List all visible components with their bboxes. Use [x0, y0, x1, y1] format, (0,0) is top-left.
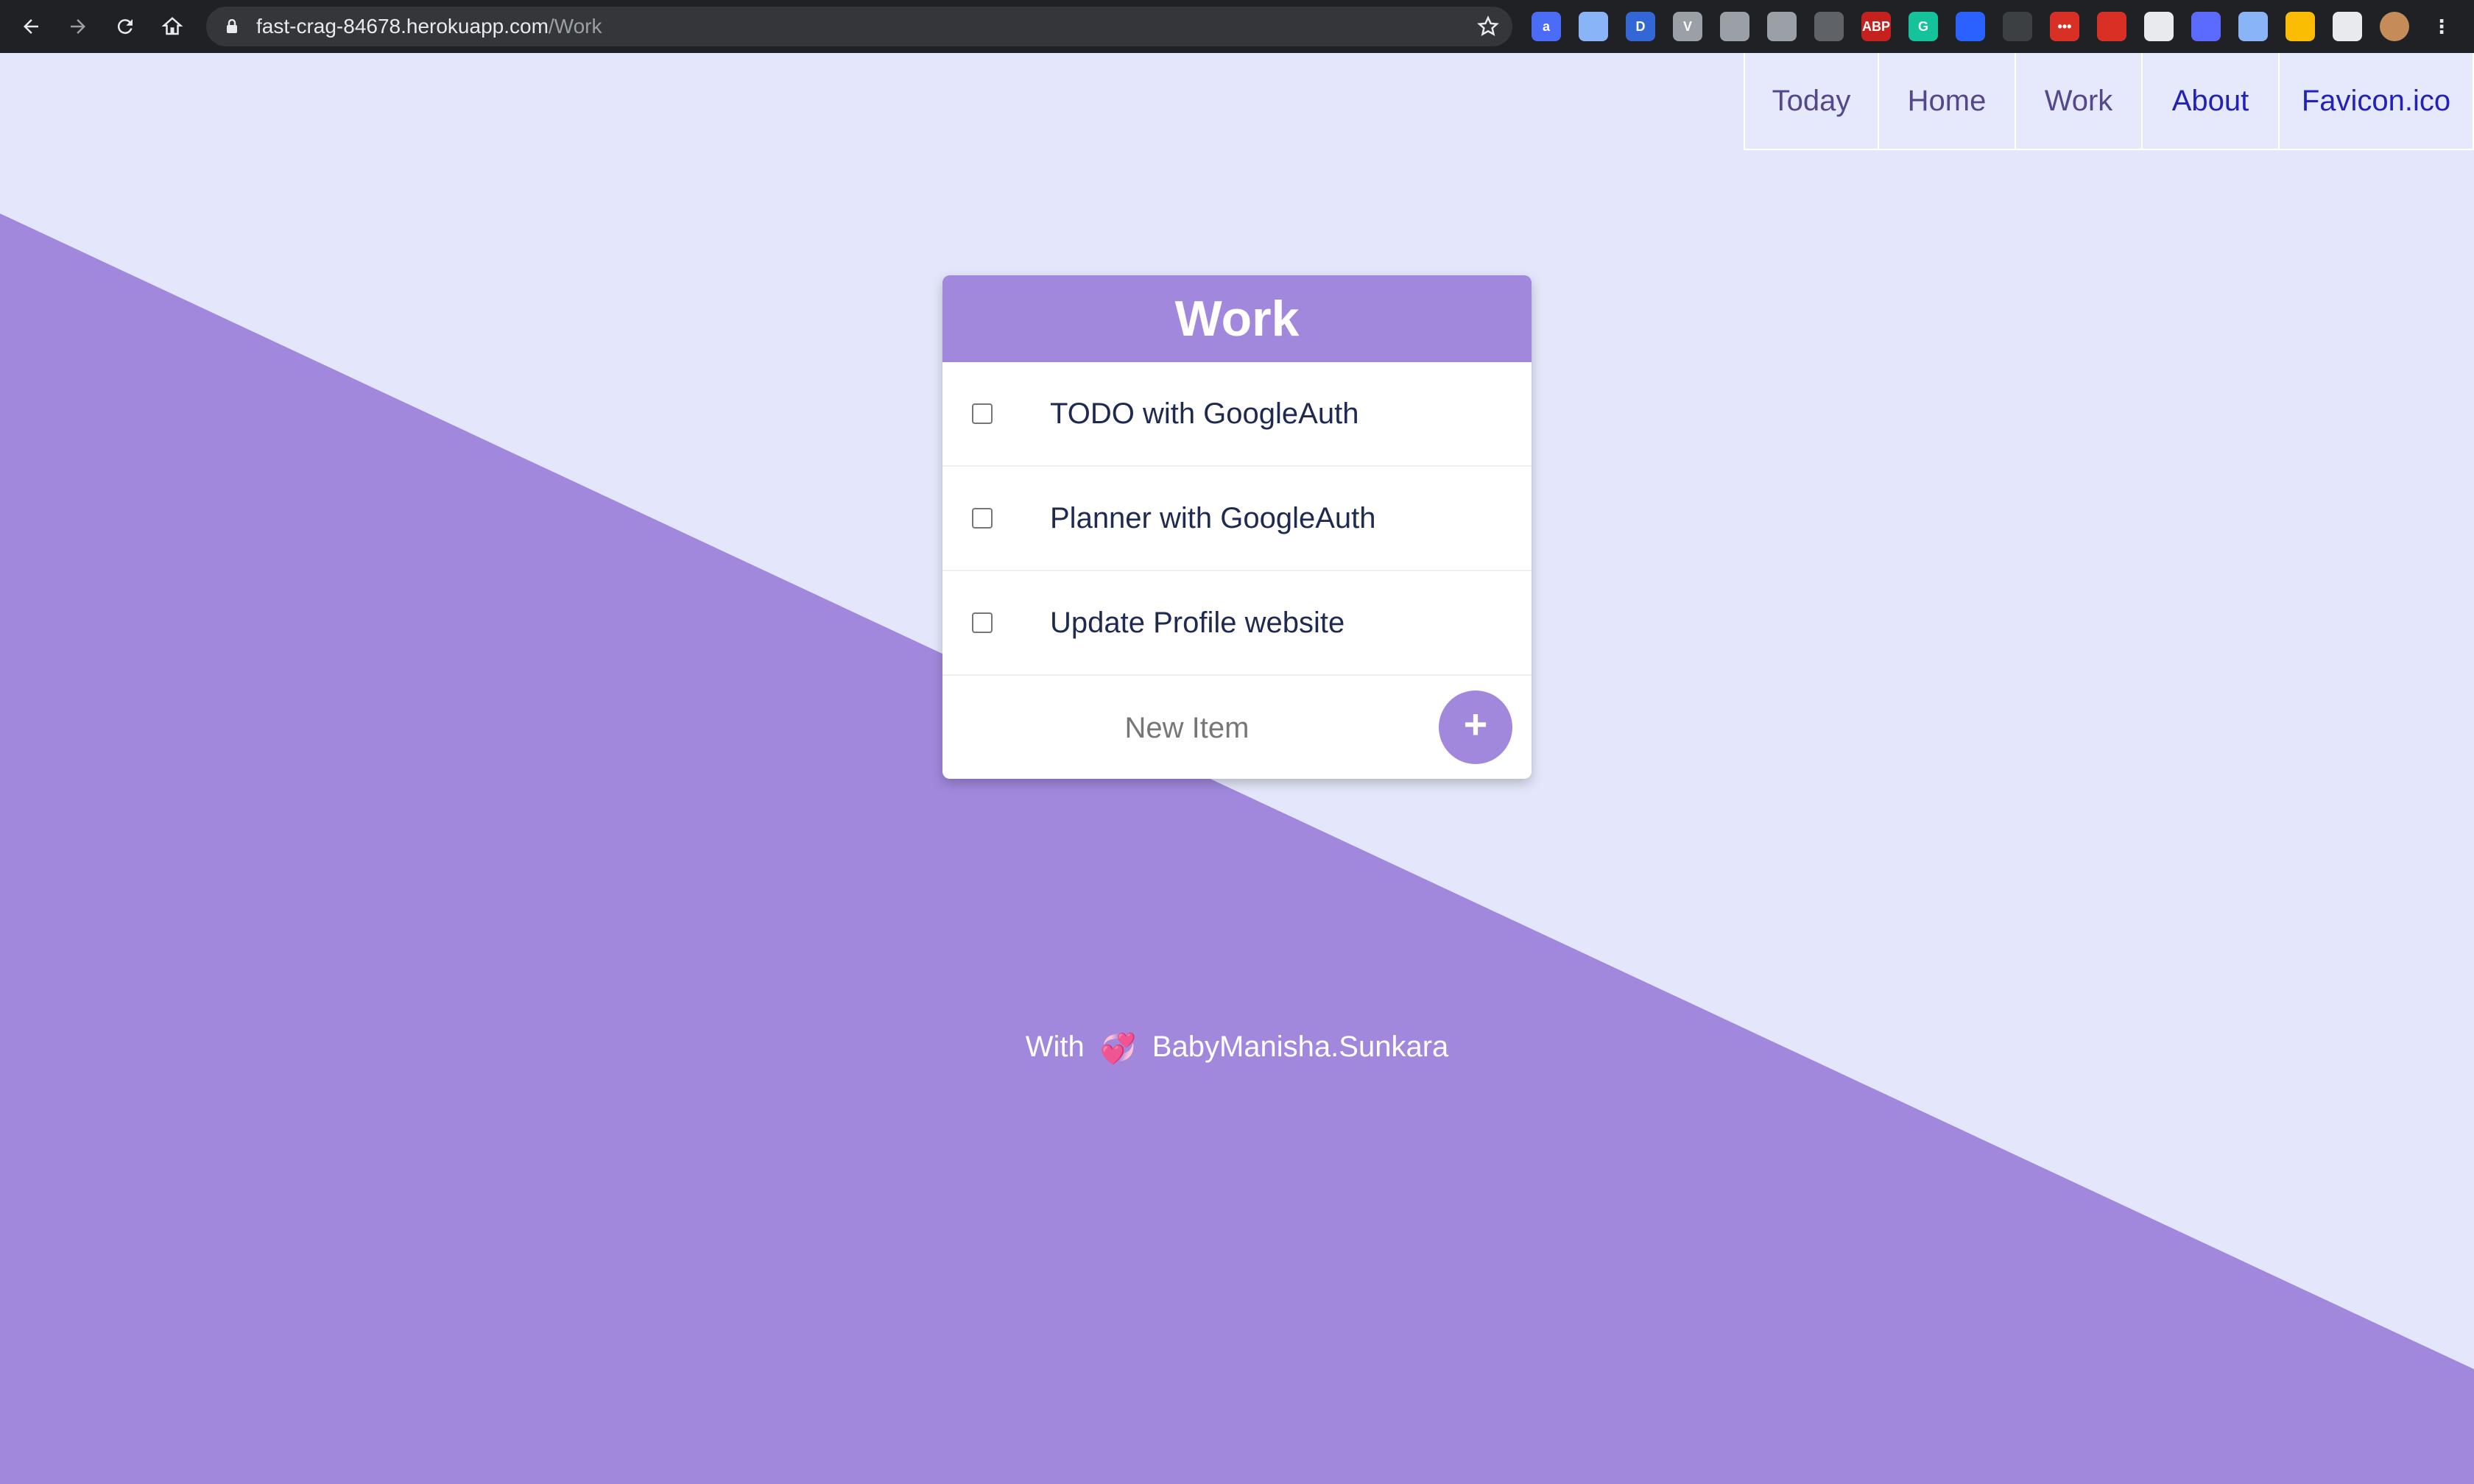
new-item-input[interactable] — [972, 698, 1402, 758]
extension-gear-icon[interactable] — [1720, 12, 1749, 41]
extension-block-icon[interactable] — [2097, 12, 2126, 41]
item-checkbox[interactable] — [972, 612, 993, 633]
nav-link-favicon[interactable]: Favicon.ico — [2278, 53, 2474, 150]
extension-github-icon[interactable] — [2003, 12, 2032, 41]
list-title: Work — [1174, 291, 1300, 347]
heart-icon: 💞 — [1099, 1032, 1137, 1065]
lock-icon — [225, 18, 239, 38]
extension-d-icon[interactable]: D — [1626, 12, 1655, 41]
home-icon[interactable] — [156, 10, 188, 43]
new-item-form: + — [942, 676, 1532, 779]
forward-arrow-icon[interactable] — [62, 10, 94, 43]
extension-pen-icon[interactable] — [2191, 12, 2221, 41]
item-label: TODO with GoogleAuth — [1050, 397, 1359, 430]
footer-prefix: With — [1025, 1031, 1085, 1063]
nav-link-about[interactable]: About — [2141, 53, 2280, 150]
list-item: TODO with GoogleAuth — [942, 362, 1532, 467]
item-checkbox[interactable] — [972, 508, 993, 529]
address-bar[interactable]: fast-crag-84678.herokuapp.com/Work — [206, 7, 1512, 46]
footer: With 💞 BabyManisha.Sunkara — [0, 1031, 2474, 1066]
extension-check-icon[interactable] — [1814, 12, 1844, 41]
extension-dots-icon[interactable]: ••• — [2050, 12, 2079, 41]
extensions-puzzle-icon[interactable] — [2333, 12, 2362, 41]
back-arrow-icon[interactable] — [15, 10, 47, 43]
extension-a-icon[interactable]: a — [1532, 12, 1561, 41]
extensions-tray: a D V ABP G ••• ⋮ — [1532, 12, 2456, 41]
extension-blue-icon[interactable] — [1956, 12, 1985, 41]
list-item: Update Profile website — [942, 571, 1532, 676]
item-checkbox[interactable] — [972, 403, 993, 424]
todo-list-card: Work TODO with GoogleAuth Planner with G… — [942, 275, 1532, 779]
profile-avatar[interactable] — [2380, 12, 2409, 41]
browser-toolbar: fast-crag-84678.herokuapp.com/Work a D V AB… — [0, 0, 2474, 53]
extension-abp-icon[interactable]: ABP — [1861, 12, 1891, 41]
top-navigation: Today Home Work About Favicon.ico — [1744, 53, 2474, 150]
extension-v-icon[interactable]: V — [1673, 12, 1702, 41]
nav-link-today[interactable]: Today — [1744, 53, 1879, 150]
bookmark-star-icon[interactable] — [1477, 15, 1499, 41]
url-host: fast-crag-84678.herokuapp.com — [256, 15, 549, 38]
nav-link-home[interactable]: Home — [1878, 53, 2016, 150]
extension-page-icon[interactable] — [1579, 12, 1608, 41]
extension-grammarly-icon[interactable]: G — [1909, 12, 1938, 41]
reload-icon[interactable] — [109, 10, 141, 43]
extension-color-icon[interactable] — [2286, 12, 2315, 41]
url-path: /Work — [548, 15, 602, 38]
item-label: Update Profile website — [1050, 606, 1345, 639]
url-text: fast-crag-84678.herokuapp.com/Work — [256, 7, 602, 46]
list-item: Planner with GoogleAuth — [942, 467, 1532, 571]
menu-kebab-icon[interactable]: ⋮ — [2427, 12, 2456, 41]
extension-image-icon[interactable] — [2238, 12, 2268, 41]
item-label: Planner with GoogleAuth — [1050, 501, 1376, 534]
nav-link-work[interactable]: Work — [2015, 53, 2143, 150]
add-item-button[interactable]: + — [1439, 690, 1512, 764]
list-header: Work — [942, 275, 1532, 362]
extension-qr-icon[interactable] — [2144, 12, 2174, 41]
extension-pocket-icon[interactable] — [1767, 12, 1797, 41]
footer-author: BabyManisha.Sunkara — [1152, 1031, 1449, 1063]
